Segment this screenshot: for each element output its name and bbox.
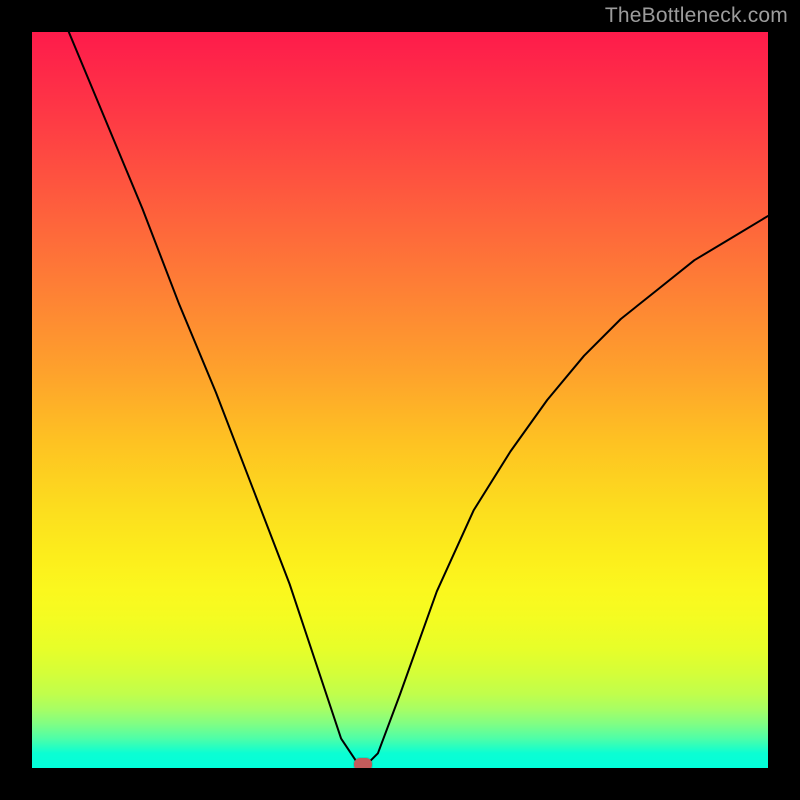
chart-frame: TheBottleneck.com — [0, 0, 800, 800]
bottleneck-curve — [69, 32, 768, 768]
watermark-text: TheBottleneck.com — [605, 4, 788, 28]
plot-area — [32, 32, 768, 768]
curve-svg — [32, 32, 768, 768]
minimum-marker — [354, 758, 372, 768]
